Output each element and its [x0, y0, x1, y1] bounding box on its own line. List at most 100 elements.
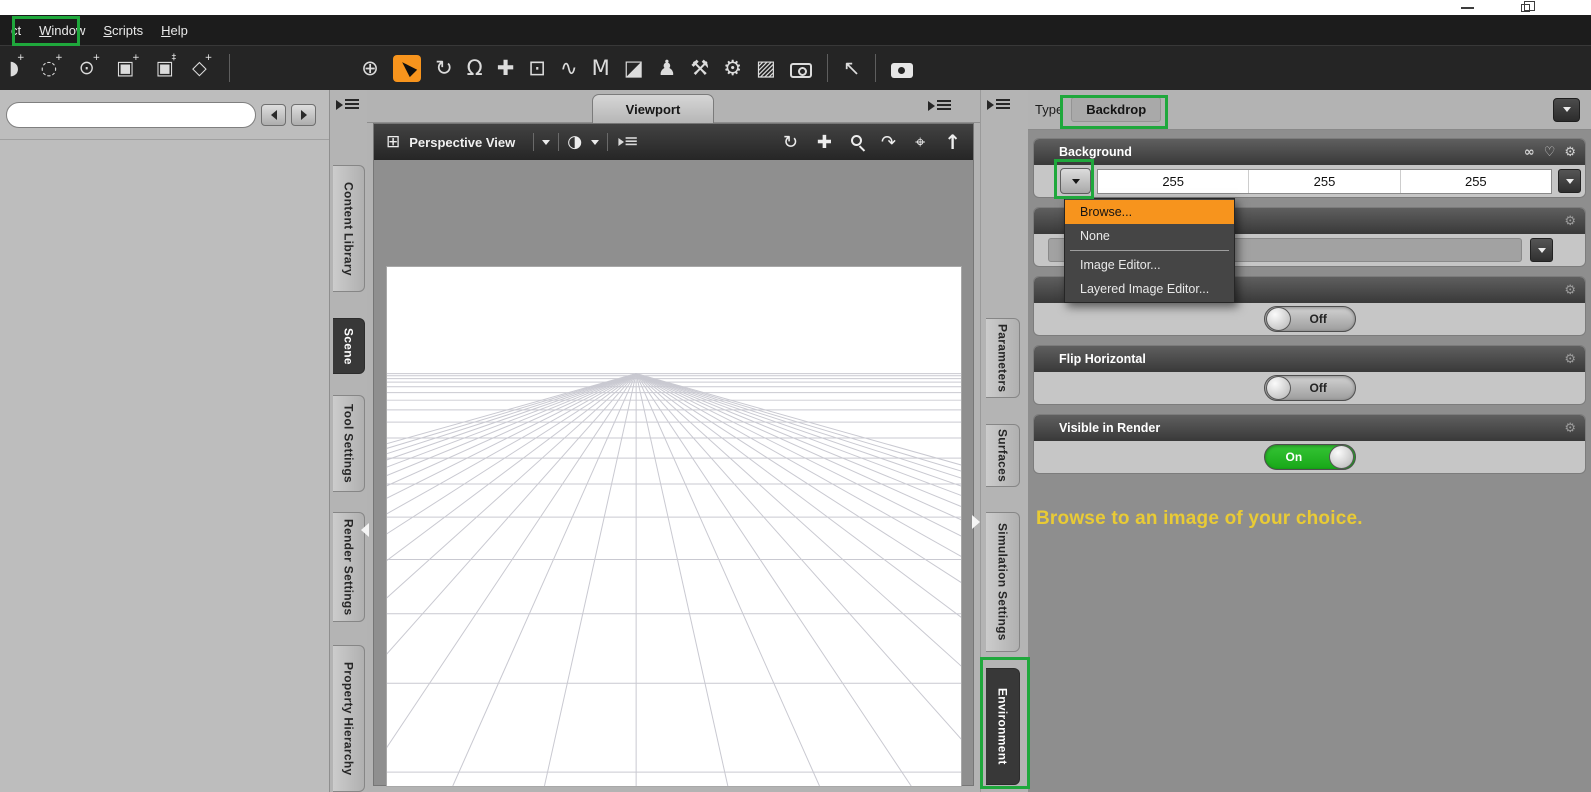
tool-a-icon[interactable]: ⚒ — [690, 57, 709, 79]
viewport-menu-icon[interactable] — [618, 136, 637, 149]
toggle-label: On — [1285, 450, 1303, 464]
rotate-tool-icon[interactable]: ↻ — [435, 57, 453, 79]
left-panel-toolbar — [0, 90, 329, 140]
menu-item-help[interactable]: Help — [152, 18, 197, 43]
menu-item-truncated[interactable]: ct — [2, 18, 30, 43]
visible-in-render-toggle[interactable]: On — [1263, 444, 1356, 470]
background-dropdown-button[interactable] — [1060, 168, 1091, 194]
menu-item-layered-image-editor[interactable]: Layered Image Editor... — [1065, 277, 1234, 301]
toolbar-separator — [826, 54, 828, 82]
view-selector-label[interactable]: Perspective View — [409, 135, 515, 150]
dform-tool-icon[interactable]: ∿ — [560, 57, 578, 79]
drawstyle-dropdown-icon[interactable] — [591, 139, 600, 145]
translate-tool-icon[interactable]: ✚ — [497, 57, 515, 79]
scale-tool-icon[interactable]: ⊡ — [528, 57, 546, 79]
new-node-tool-icon[interactable]: ▣+ — [116, 54, 142, 78]
viewport-grid — [387, 373, 961, 786]
camera-cursor-tool-icon[interactable] — [789, 62, 812, 78]
image-dropdown-button[interactable] — [1530, 238, 1553, 262]
reset-view-icon[interactable]: ↑ — [944, 130, 961, 154]
help-pointer-tool-icon[interactable]: ↖ — [843, 57, 861, 79]
minimize-button[interactable] — [1456, 1, 1478, 14]
gear-icon[interactable]: ⚙ — [1564, 146, 1576, 159]
orbit-icon[interactable]: ↻ — [783, 132, 798, 153]
surface-selection-tool-icon[interactable]: ▨ — [756, 57, 776, 79]
favorite-heart-icon[interactable]: ♡ — [1544, 146, 1556, 159]
blue-value[interactable]: 255 — [1401, 170, 1551, 193]
gear-icon[interactable]: ⚙ — [1564, 284, 1576, 297]
viewport-canvas[interactable] — [386, 266, 962, 787]
tool-b-icon[interactable]: ⚙ — [723, 57, 742, 79]
splitter-collapse-left-icon[interactable] — [361, 523, 369, 537]
node-selection-tool-icon[interactable]: ► — [392, 54, 422, 83]
toggle-label: Off — [1309, 381, 1327, 395]
menu-item-scripts[interactable]: Scripts — [94, 18, 152, 43]
chevron-down-icon — [1071, 178, 1080, 184]
frame-node-tool-icon[interactable]: ◌+ — [41, 54, 65, 78]
drawstyle-sphere-icon[interactable]: ◑ — [567, 132, 582, 152]
restore-button[interactable] — [1514, 0, 1536, 14]
red-value[interactable]: 255 — [1098, 169, 1250, 193]
toolbar-separator — [875, 54, 877, 82]
viewport-options-icon[interactable] — [928, 98, 952, 114]
pane-dropdown-button[interactable] — [1553, 97, 1580, 122]
panel-options-icon[interactable] — [987, 97, 1011, 113]
panel-options-icon[interactable] — [336, 97, 360, 113]
geometry-editor-tool-icon[interactable]: ◪ — [624, 57, 644, 79]
divider — [607, 133, 609, 151]
green-value[interactable]: 255 — [1249, 169, 1401, 193]
toggle-knob — [1265, 307, 1291, 331]
environment-panel-header: Type Backdrop — [1028, 90, 1591, 130]
gear-icon[interactable]: ⚙ — [1564, 422, 1576, 435]
instance-node-tool-icon[interactable]: ◇+ — [192, 54, 214, 78]
flip-horizontal-header: Flip Horizontal ⚙ — [1034, 346, 1585, 372]
tab-simulation-settings[interactable]: Simulation Settings — [986, 512, 1020, 652]
tab-property-hierarchy[interactable]: Property Hierarchy — [333, 645, 365, 792]
tab-environment[interactable]: Environment — [986, 668, 1020, 785]
tab-scene[interactable]: Scene — [333, 318, 365, 374]
right-tab-strip: Parameters Surfaces Simulation Settings … — [980, 90, 1028, 792]
menu-separator — [1070, 250, 1229, 251]
section-title: Flip Horizontal — [1059, 352, 1146, 366]
section-title: Background — [1059, 145, 1132, 159]
tab-tool-settings[interactable]: Tool Settings — [333, 395, 365, 492]
tab-viewport[interactable]: Viewport — [592, 94, 714, 123]
viewport-pane: Viewport ⊞ Perspective View ◑ ↻ ✚ ↷ ⌖ ↑ — [367, 90, 980, 792]
target-node-tool-icon[interactable]: ⊙+ — [79, 54, 102, 78]
group-node-tool-icon[interactable]: ▣‡ — [156, 54, 178, 78]
active-pose-tool-icon[interactable]: Ω — [467, 57, 483, 79]
figure-setup-tool-icon[interactable]: ♟ — [658, 57, 677, 79]
animate-tool-icon[interactable]: M — [592, 57, 610, 79]
forward-button[interactable] — [291, 103, 316, 126]
back-button[interactable] — [261, 103, 286, 126]
type-value-dropdown[interactable]: Backdrop — [1071, 97, 1162, 122]
viewport-nav-controls: ↻ ✚ ↷ ⌖ ↑ — [783, 130, 961, 154]
tab-content-library[interactable]: Content Library — [333, 165, 365, 292]
grid-icon: ⊞ — [386, 132, 401, 152]
spin-icon[interactable]: ↷ — [881, 132, 896, 153]
splitter-collapse-right-icon[interactable] — [972, 515, 980, 529]
frame-icon[interactable]: ⌖ — [915, 132, 925, 153]
tab-surfaces[interactable]: Surfaces — [986, 424, 1020, 487]
partial-node-tool-icon[interactable]: ◗+ — [9, 54, 27, 78]
view-selector-dropdown-icon[interactable] — [542, 139, 551, 145]
content-filter-input[interactable] — [6, 101, 256, 128]
section-title: Visible in Render — [1059, 421, 1161, 435]
color-options-button[interactable] — [1558, 169, 1581, 193]
menu-item-none[interactable]: None — [1065, 224, 1234, 248]
gear-icon[interactable]: ⚙ — [1564, 215, 1576, 228]
plus-mark: + — [204, 53, 213, 64]
menu-item-image-editor[interactable]: Image Editor... — [1065, 253, 1234, 277]
pan-icon[interactable]: ✚ — [817, 132, 832, 153]
menubar: ct Window Scripts Help — [0, 15, 1591, 45]
link-icon[interactable]: ∞ — [1524, 146, 1535, 159]
render-camera-icon[interactable] — [891, 62, 914, 78]
zoom-icon[interactable] — [851, 134, 862, 146]
gear-icon[interactable]: ⚙ — [1564, 353, 1576, 366]
toggle-off[interactable]: Off — [1263, 306, 1356, 332]
universal-tool-icon[interactable]: ⊕ — [361, 57, 379, 79]
flip-horizontal-toggle[interactable]: Off — [1263, 375, 1356, 401]
menu-item-window[interactable]: Window — [30, 18, 94, 43]
tab-parameters[interactable]: Parameters — [986, 318, 1020, 398]
menu-item-browse[interactable]: Browse... — [1065, 200, 1234, 224]
